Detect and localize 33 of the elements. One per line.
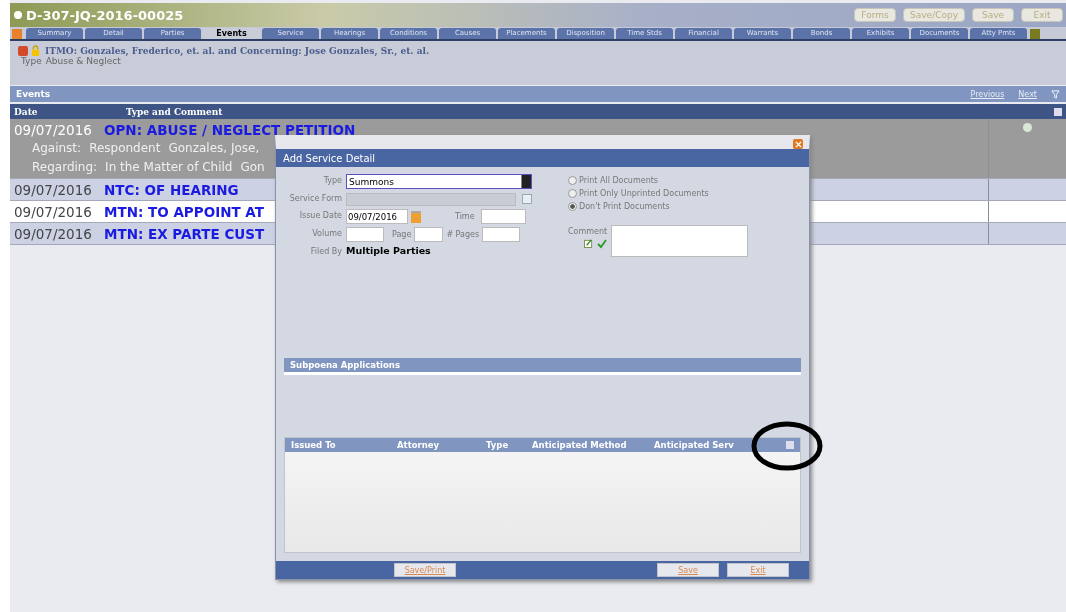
filed-by-value: Multiple Parties — [346, 245, 432, 259]
field-label: Issue Date — [298, 210, 342, 223]
detail-value: Gonzales, Jose, — [168, 140, 260, 155]
case-caption: ITMO: Gonzales, Frederico, et. al. and Concerning: Jose Gonzales, Sr., et. al. — [45, 45, 430, 56]
column-header: Type and Comment — [126, 106, 223, 117]
column-header: Anticipated Method — [531, 440, 628, 451]
column-header: Date — [14, 106, 39, 117]
detail-value: In the Matter of Child — [105, 159, 233, 174]
detail-value: Respondent — [89, 140, 161, 155]
detail-value: Gon — [240, 159, 265, 174]
event-date: 09/07/2016 — [14, 225, 93, 242]
field-label: Comment — [568, 226, 608, 239]
field-label: Service Form — [288, 193, 342, 206]
field-label: # Pages — [446, 228, 480, 241]
detail-label: Regarding: — [32, 159, 98, 174]
dialog-title: Add Service Detail — [283, 152, 376, 164]
event-date: 09/07/2016 — [14, 181, 93, 198]
type-label: Type — [21, 56, 42, 66]
case-number: D-307-JQ-2016-00025 — [26, 7, 184, 23]
event-date: 09/07/2016 — [14, 121, 93, 138]
section-title: Events — [16, 89, 51, 99]
column-header: Anticipated Serv — [653, 440, 734, 451]
section-title: Subpoena Applications — [290, 360, 400, 371]
type-value: Abuse & Neglect — [45, 56, 121, 66]
field-label: Time — [455, 210, 475, 223]
field-label: Volume — [311, 228, 342, 241]
column-header: Type — [485, 440, 510, 451]
detail-label: Against: — [32, 140, 82, 155]
field-label: Page — [392, 228, 412, 241]
event-date: 09/07/2016 — [14, 203, 93, 220]
column-header: Issued To — [290, 440, 337, 451]
field-label: Filed By — [309, 246, 342, 259]
column-header: Attorney — [396, 440, 441, 451]
